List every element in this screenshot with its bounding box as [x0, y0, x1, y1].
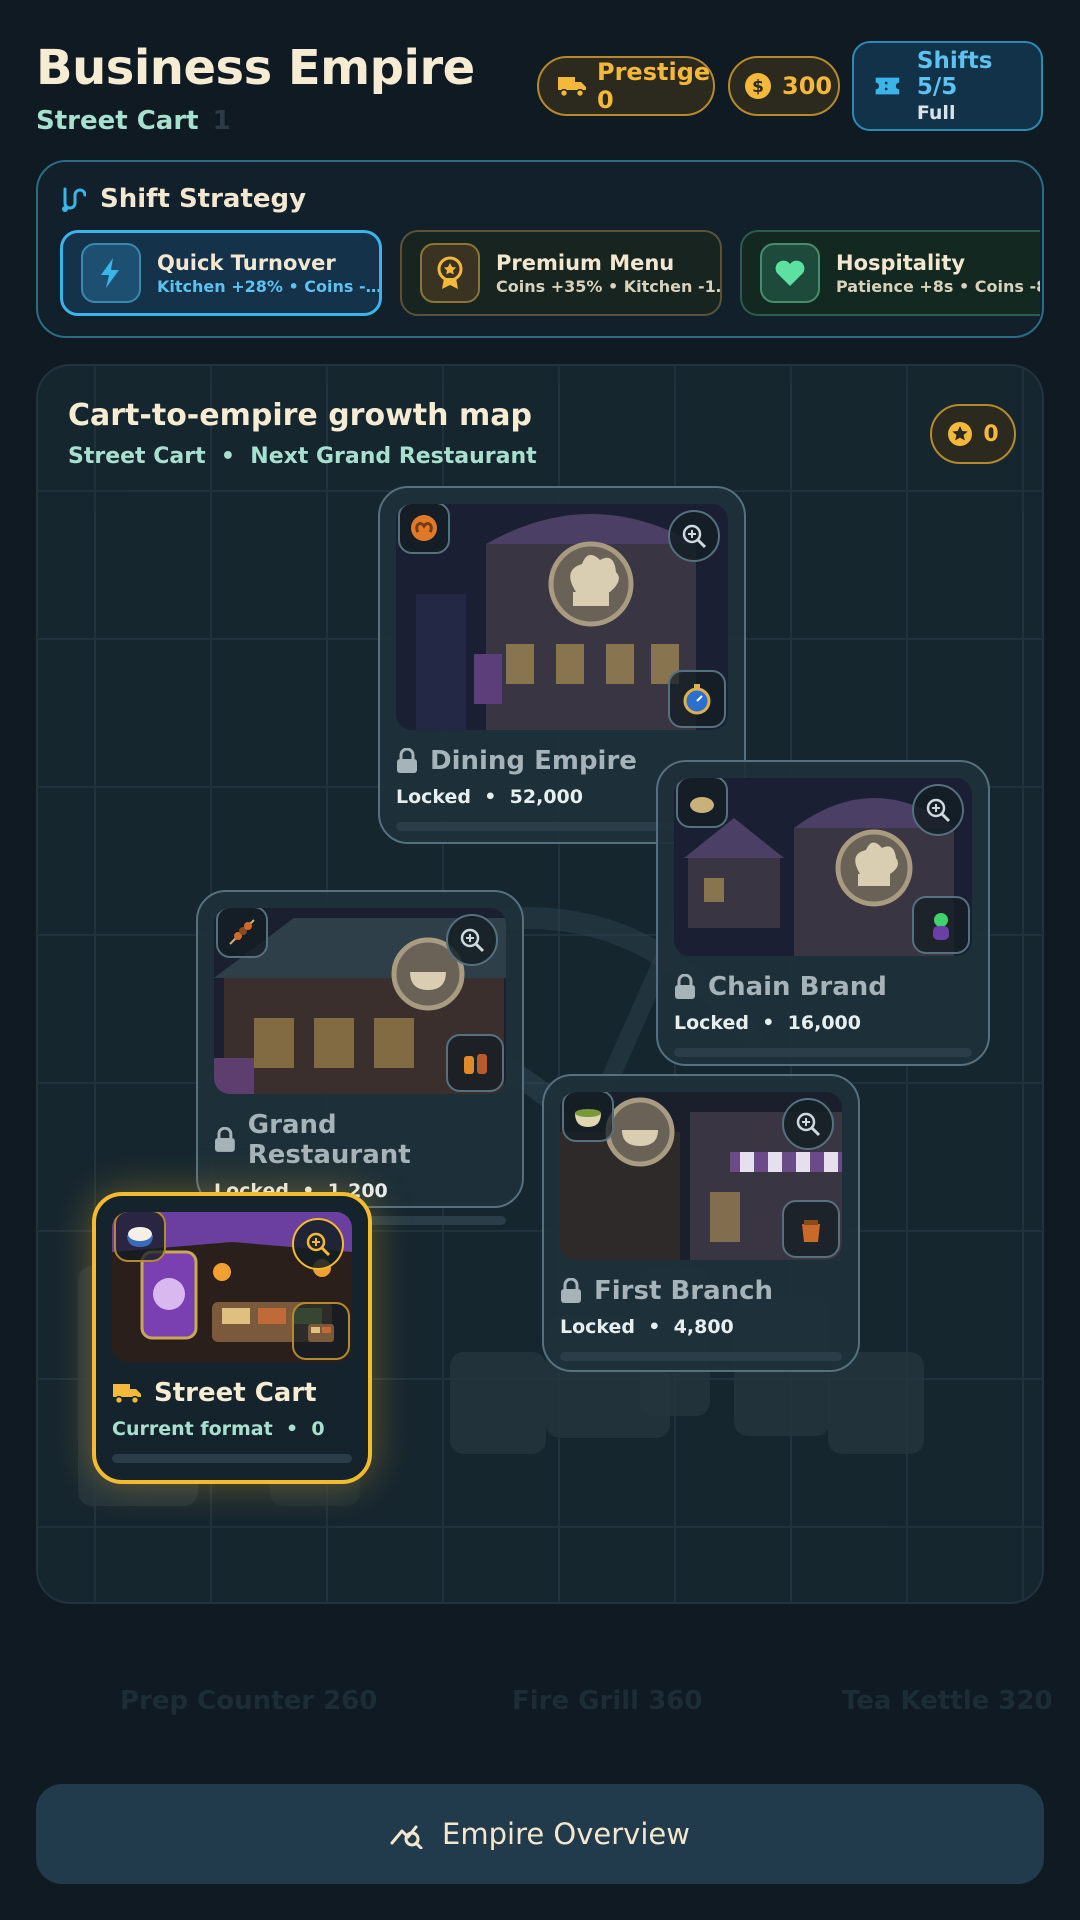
coin-icon: $: [745, 73, 771, 99]
strategy-name: Hospitality: [836, 250, 966, 275]
star-icon: [948, 422, 973, 446]
node-street-cart[interactable]: Street Cart Current format • 0: [92, 1192, 372, 1484]
node-name: Grand Restaurant: [214, 1110, 506, 1170]
lightning-icon: [81, 243, 141, 303]
lantern-icon: [446, 1034, 504, 1092]
shifts-status: Full: [916, 102, 956, 124]
faded-stations: Prep Counter 260 Fire Grill 360 Tea Kett…: [0, 1686, 1080, 1726]
ticket-icon: [875, 77, 900, 95]
svg-text:$: $: [752, 77, 764, 97]
faded-station: Prep Counter 260: [120, 1686, 378, 1716]
prestige-label: Prestige 0: [597, 58, 711, 114]
strategy-desc: Coins +35% • Kitchen -1…: [496, 276, 722, 296]
prestige-badge[interactable]: Prestige 0: [537, 56, 715, 116]
empire-overview-button[interactable]: Empire Overview: [36, 1784, 1044, 1884]
progress-bar: [112, 1454, 352, 1463]
analytics-icon: [390, 1825, 423, 1849]
map-title: Cart-to-empire growth map: [68, 398, 532, 433]
lock-icon: [675, 974, 695, 999]
mascot-icon: [912, 896, 970, 954]
zoom-icon[interactable]: [912, 784, 964, 836]
heart-icon: [760, 243, 820, 303]
zoom-icon[interactable]: [782, 1098, 834, 1150]
first-branch-art: [560, 1092, 842, 1260]
zoom-icon[interactable]: [668, 510, 720, 562]
growth-map: Cart-to-empire growth map Street Cart • …: [36, 364, 1044, 1604]
node-status: Current format • 0: [112, 1418, 325, 1440]
pocket-watch-icon: [668, 670, 726, 728]
page-title: Business Empire: [36, 40, 475, 96]
overview-label: Empire Overview: [442, 1817, 690, 1851]
stars-badge[interactable]: 0: [930, 404, 1016, 464]
node-name: Street Cart: [112, 1378, 352, 1408]
faded-station: Fire Grill 360: [512, 1686, 703, 1716]
lock-icon: [397, 748, 417, 773]
tea-bowl-icon: [562, 1092, 614, 1142]
route-icon: [62, 187, 86, 212]
bento-icon: [292, 1302, 350, 1360]
street-cart-art: [112, 1212, 352, 1362]
dumpling-icon: [676, 778, 728, 828]
shifts-count: Shifts 5/5: [916, 48, 993, 100]
coins-label: 300: [782, 72, 833, 100]
node-name: First Branch: [560, 1276, 842, 1306]
rice-bowl-icon: [114, 1212, 166, 1262]
progress-bar: [560, 1352, 842, 1361]
strategy-heading: Shift Strategy: [60, 184, 306, 214]
shift-strategy-panel: Shift Strategy Quick Turnover Kitchen +2…: [36, 160, 1044, 338]
clay-pot-icon: [782, 1200, 840, 1258]
skewer-icon: [216, 908, 268, 958]
progress-bar: [674, 1048, 972, 1057]
strategy-premium-menu[interactable]: Premium Menu Coins +35% • Kitchen -1…: [400, 230, 722, 316]
coins-badge[interactable]: $ 300: [728, 56, 840, 116]
truck-icon: [558, 77, 586, 98]
lock-icon: [561, 1278, 581, 1303]
strategy-hospitality[interactable]: Hospitality Patience +8s • Coins -8%: [740, 230, 1040, 316]
chain-brand-art: [674, 778, 972, 956]
zoom-icon[interactable]: [446, 914, 498, 966]
map-subtitle: Street Cart • Next Grand Restaurant: [68, 444, 537, 469]
strategy-desc: Kitchen +28% • Coins -…: [157, 276, 382, 296]
node-grand-restaurant[interactable]: Grand Restaurant Locked • 1,200: [196, 890, 524, 1225]
node-name: Chain Brand: [674, 972, 972, 1002]
dining-empire-art: [396, 504, 728, 730]
strategy-desc: Patience +8s • Coins -8%: [836, 276, 1040, 296]
strategy-name: Quick Turnover: [157, 250, 336, 275]
node-status: Locked • 4,800: [560, 1316, 734, 1338]
faded-station: Tea Kettle 320: [842, 1686, 1053, 1716]
grand-restaurant-art: [214, 908, 506, 1094]
shifts-badge[interactable]: Shifts 5/5 Full: [852, 41, 1043, 131]
node-first-branch[interactable]: First Branch Locked • 4,800: [542, 1074, 860, 1372]
award-icon: [420, 243, 480, 303]
lock-icon: [214, 1127, 235, 1152]
current-format-label: Street Cart 1: [36, 106, 231, 136]
zoom-icon[interactable]: [292, 1218, 344, 1270]
truck-icon: [113, 1384, 141, 1405]
strategy-name: Premium Menu: [496, 250, 675, 275]
strategy-quick-turnover[interactable]: Quick Turnover Kitchen +28% • Coins -…: [60, 230, 382, 316]
node-status: Locked • 16,000: [674, 1012, 861, 1034]
pretzel-icon: [398, 504, 450, 554]
node-chain-brand[interactable]: Chain Brand Locked • 16,000: [656, 760, 990, 1066]
